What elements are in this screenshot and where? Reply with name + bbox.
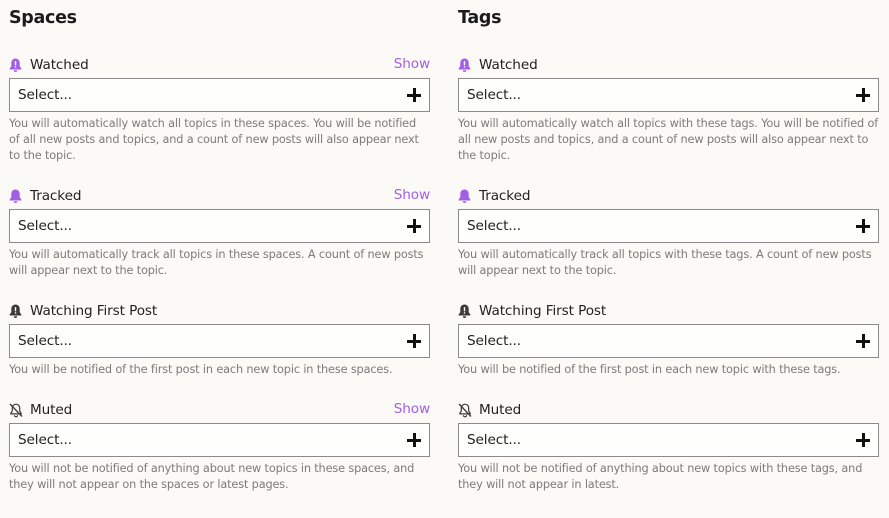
spaces-watched-label: Watched (30, 57, 89, 73)
spaces-tracked-show-link[interactable]: Show (394, 187, 430, 203)
select-placeholder: Select... (18, 333, 72, 349)
tags-tracked-label: Tracked (479, 188, 531, 204)
spaces-watched-header: Watched Show (9, 55, 430, 75)
tracking-bell-icon (9, 188, 23, 204)
spaces-watching-first-post-label: Watching First Post (30, 303, 158, 319)
tags-title: Tags (458, 8, 502, 28)
plus-icon[interactable] (407, 334, 421, 348)
spaces-watched-select[interactable]: Select... (9, 78, 430, 112)
spaces-tracked-header: Tracked Show (9, 186, 430, 206)
notification-preferences-page: Spaces Watched Show Select... You will a… (0, 0, 889, 518)
select-placeholder: Select... (467, 432, 521, 448)
spaces-watched-help: You will automatically watch all topics … (9, 117, 419, 162)
spaces-tracked-group: Tracked Show Select... You will automati… (9, 186, 430, 277)
spaces-muted-group: Muted Show Select... You will not be not… (9, 400, 430, 491)
select-placeholder: Select... (18, 87, 72, 103)
spaces-watching-first-post-group: Watching First Post Select... You will b… (9, 301, 430, 376)
spaces-muted-help: You will not be notified of anything abo… (9, 462, 415, 491)
spaces-watching-first-post-help: You will be notified of the first post i… (9, 363, 393, 376)
tags-muted-help: You will not be notified of anything abo… (458, 462, 863, 491)
spaces-watching-first-post-header: Watching First Post (9, 301, 430, 321)
plus-icon[interactable] (856, 433, 870, 447)
spaces-muted-select[interactable]: Select... (9, 423, 430, 457)
spaces-title: Spaces (9, 8, 77, 28)
watching-first-post-bell-icon (458, 303, 472, 319)
spaces-muted-show-link[interactable]: Show (394, 401, 430, 417)
tags-muted-select[interactable]: Select... (458, 423, 879, 457)
spaces-watched-group: Watched Show Select... You will automati… (9, 55, 430, 162)
muted-bell-slash-icon (458, 402, 472, 418)
tags-watching-first-post-help: You will be notified of the first post i… (458, 363, 841, 376)
spaces-watching-first-post-select[interactable]: Select... (9, 324, 430, 358)
tags-watched-help: You will automatically watch all topics … (458, 117, 879, 162)
spaces-watched-show-link[interactable]: Show (394, 56, 430, 72)
plus-icon[interactable] (856, 334, 870, 348)
plus-icon[interactable] (856, 88, 870, 102)
tags-muted-label: Muted (479, 402, 522, 418)
select-placeholder: Select... (467, 87, 521, 103)
tags-tracked-group: Tracked Select... You will automatically… (458, 186, 879, 277)
tags-watching-first-post-header: Watching First Post (458, 301, 879, 321)
tags-watched-group: Watched Select... You will automatically… (458, 55, 879, 162)
plus-icon[interactable] (407, 88, 421, 102)
tracking-bell-icon (458, 188, 472, 204)
muted-bell-slash-icon (9, 402, 23, 418)
select-placeholder: Select... (467, 333, 521, 349)
spaces-muted-header: Muted Show (9, 400, 430, 420)
spaces-tracked-select[interactable]: Select... (9, 209, 430, 243)
tags-watched-select[interactable]: Select... (458, 78, 879, 112)
select-placeholder: Select... (18, 218, 72, 234)
spaces-tracked-help: You will automatically track all topics … (9, 248, 424, 277)
spaces-muted-label: Muted (30, 402, 73, 418)
plus-icon[interactable] (407, 219, 421, 233)
tags-watching-first-post-select[interactable]: Select... (458, 324, 879, 358)
plus-icon[interactable] (407, 433, 421, 447)
tags-watched-label: Watched (479, 57, 538, 73)
tags-watching-first-post-label: Watching First Post (479, 303, 607, 319)
tags-tracked-header: Tracked (458, 186, 879, 206)
tags-muted-header: Muted (458, 400, 879, 420)
select-placeholder: Select... (18, 432, 72, 448)
tags-tracked-select[interactable]: Select... (458, 209, 879, 243)
watching-bell-icon (458, 57, 472, 73)
plus-icon[interactable] (856, 219, 870, 233)
tags-muted-group: Muted Select... You will not be notified… (458, 400, 879, 491)
watching-first-post-bell-icon (9, 303, 23, 319)
spaces-tracked-label: Tracked (30, 188, 82, 204)
tags-tracked-help: You will automatically track all topics … (458, 248, 872, 277)
select-placeholder: Select... (467, 218, 521, 234)
watching-bell-icon (9, 57, 23, 73)
tags-watched-header: Watched (458, 55, 879, 75)
tags-watching-first-post-group: Watching First Post Select... You will b… (458, 301, 879, 376)
